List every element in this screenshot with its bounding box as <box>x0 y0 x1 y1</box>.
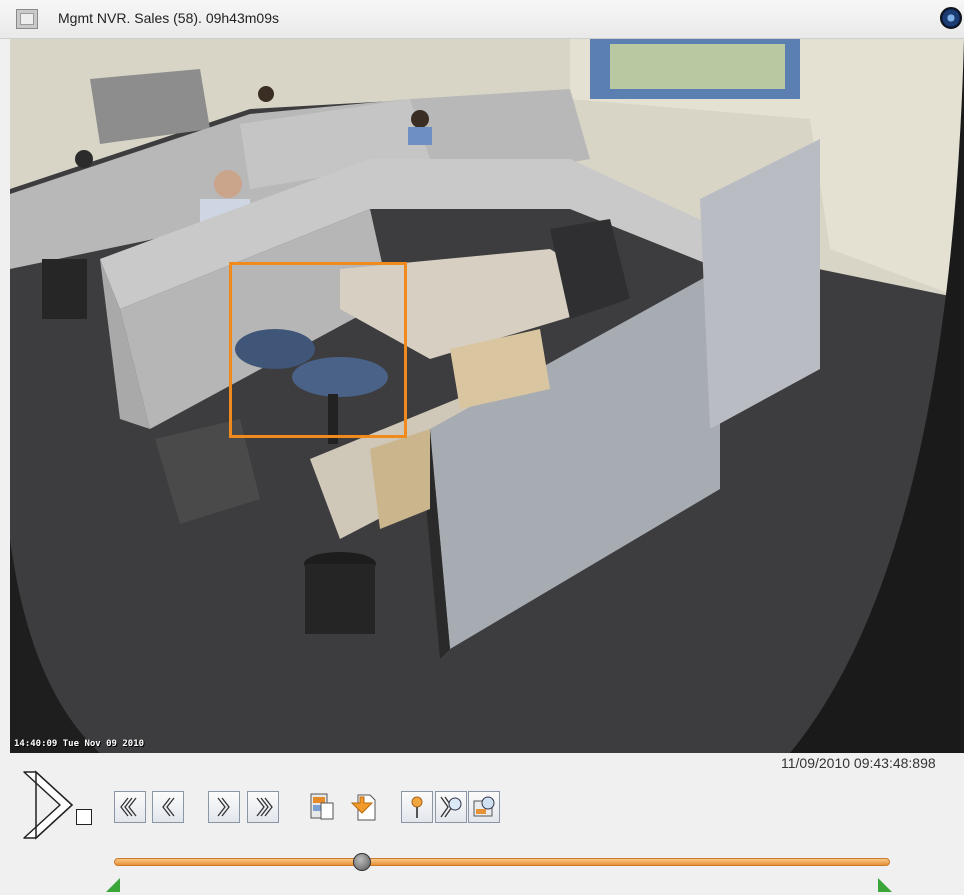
fast-forward-icon[interactable] <box>247 791 279 823</box>
search-forward-icon[interactable] <box>435 791 467 823</box>
office-scene-image <box>10 39 964 753</box>
range-end-marker[interactable] <box>878 878 892 892</box>
timeline-slider[interactable] <box>114 853 890 871</box>
title-bar: Mgmt NVR. Sales (58). 09h43m09s <box>0 0 964 39</box>
stop-icon[interactable] <box>76 809 92 825</box>
play-icon[interactable] <box>22 768 82 842</box>
timeline-track[interactable] <box>114 858 890 866</box>
download-icon[interactable] <box>346 791 378 823</box>
camera-video-view[interactable]: 14:40:09 Tue Nov 09 2010 <box>10 39 964 753</box>
bookmark-icon[interactable] <box>401 791 433 823</box>
fast-rewind-icon[interactable] <box>114 791 146 823</box>
range-start-marker[interactable] <box>106 878 120 892</box>
motion-selection-box[interactable] <box>229 262 407 438</box>
step-back-icon[interactable] <box>152 791 184 823</box>
window-title: Mgmt NVR. Sales (58). 09h43m09s <box>58 10 279 26</box>
video-window-icon <box>16 9 38 29</box>
playback-controls <box>0 760 964 895</box>
export-clip-icon[interactable] <box>306 791 338 823</box>
step-forward-icon[interactable] <box>208 791 240 823</box>
timeline-thumb[interactable] <box>353 853 372 871</box>
camera-icon[interactable] <box>940 7 962 29</box>
snapshot-icon[interactable] <box>468 791 500 823</box>
video-overlay-timestamp: 14:40:09 Tue Nov 09 2010 <box>14 739 145 749</box>
